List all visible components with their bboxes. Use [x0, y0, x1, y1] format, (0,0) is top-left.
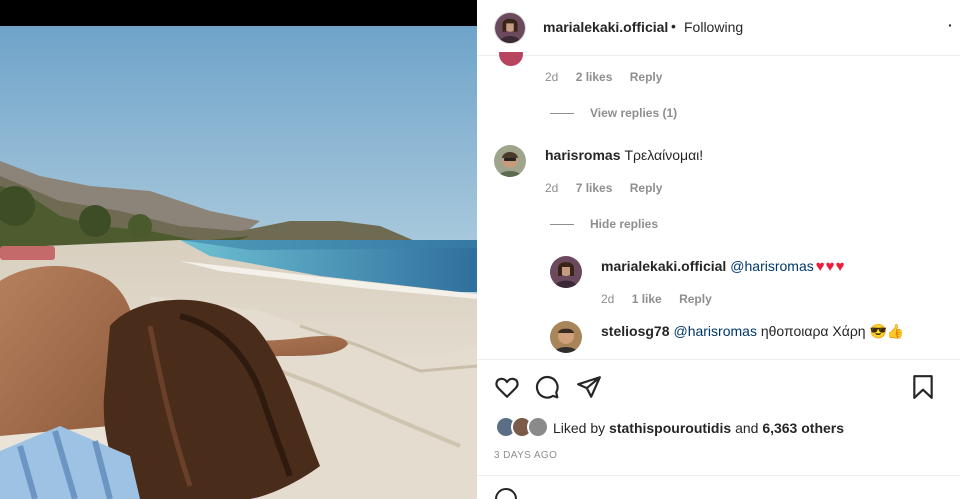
- hide-replies-toggle[interactable]: Hide replies: [550, 217, 658, 231]
- more-options-icon[interactable]: ·: [948, 17, 953, 33]
- heart-icon[interactable]: [494, 374, 520, 400]
- reply-avatar[interactable]: [550, 321, 582, 353]
- header-separator: •: [671, 18, 676, 34]
- liked-by-others[interactable]: 6,363 others: [762, 420, 844, 436]
- comment-time: 2d: [545, 70, 559, 84]
- hide-replies-label: Hide replies: [590, 217, 659, 231]
- replies-dash: [550, 112, 574, 114]
- reply-time: 2d: [601, 292, 615, 306]
- post-photo-pane: [0, 0, 477, 499]
- emoji-icon[interactable]: [495, 488, 517, 499]
- comment-likes[interactable]: 2 likes: [576, 70, 613, 84]
- reply-username[interactable]: marialekaki.official: [601, 258, 726, 274]
- liker-avatar: [527, 416, 549, 438]
- comment-icon[interactable]: [534, 374, 560, 400]
- reply-avatar[interactable]: [550, 256, 582, 288]
- actions-divider: [477, 359, 960, 360]
- photo-top-bar: [0, 0, 477, 26]
- composer-divider: [477, 475, 960, 476]
- reply-meta: 2d 1 like Reply: [601, 292, 726, 306]
- reply-button[interactable]: Reply: [630, 70, 663, 84]
- reply-likes[interactable]: 1 like: [632, 292, 662, 306]
- post-side-panel: marialekaki.official • Following · 2d 2 …: [477, 0, 960, 499]
- comment-likes[interactable]: 7 likes: [576, 181, 613, 195]
- reply-button[interactable]: Reply: [630, 181, 663, 195]
- liked-by-connector: and: [735, 420, 759, 436]
- comment-body: Τρελαίνομαι!: [624, 147, 704, 163]
- liked-by-avatars[interactable]: [495, 416, 551, 440]
- comment-text: harisromas Τρελαίνομαι!: [545, 147, 703, 163]
- emoji: 😎👍: [869, 323, 905, 339]
- reply-button[interactable]: Reply: [679, 292, 712, 306]
- mention-link[interactable]: @harisromas: [730, 258, 813, 274]
- post-image[interactable]: [0, 26, 477, 499]
- mention-link[interactable]: @harisromas: [673, 323, 756, 339]
- comment-username[interactable]: harisromas: [545, 147, 620, 163]
- comment-avatar[interactable]: [499, 52, 523, 66]
- reply-username[interactable]: steliosg78: [601, 323, 669, 339]
- liked-by-prefix: Liked by: [553, 420, 606, 436]
- liked-by-user[interactable]: stathispouroutidis: [609, 420, 731, 436]
- view-replies-label: View replies (1): [590, 106, 678, 120]
- following-button[interactable]: Following: [684, 19, 743, 35]
- post-timestamp[interactable]: 3 DAYS AGO: [494, 450, 557, 461]
- comment-meta: 2d 7 likes Reply: [545, 181, 676, 195]
- author-avatar[interactable]: [494, 12, 526, 44]
- post-header: marialekaki.official • Following ·: [477, 0, 960, 56]
- comment-meta: 2d 2 likes Reply: [545, 70, 676, 84]
- author-username[interactable]: marialekaki.official: [543, 19, 668, 35]
- reply-body: ηθοποιαρα Χάρη: [760, 323, 866, 339]
- send-icon[interactable]: [576, 374, 602, 400]
- bookmark-icon[interactable]: [910, 374, 936, 400]
- heart-emoji: ♥♥♥: [815, 258, 846, 275]
- replies-dash: [550, 223, 574, 225]
- reply-text: marialekaki.official @harisromas ♥♥♥: [601, 258, 845, 275]
- comment-avatar[interactable]: [494, 145, 526, 177]
- comment-time: 2d: [545, 181, 559, 195]
- reply-text: steliosg78 @harisromas ηθοποιαρα Χάρη 😎👍: [601, 323, 904, 340]
- liked-by-text: Liked by stathispouroutidis and 6,363 ot…: [553, 420, 844, 436]
- view-replies-toggle[interactable]: View replies (1): [550, 106, 677, 120]
